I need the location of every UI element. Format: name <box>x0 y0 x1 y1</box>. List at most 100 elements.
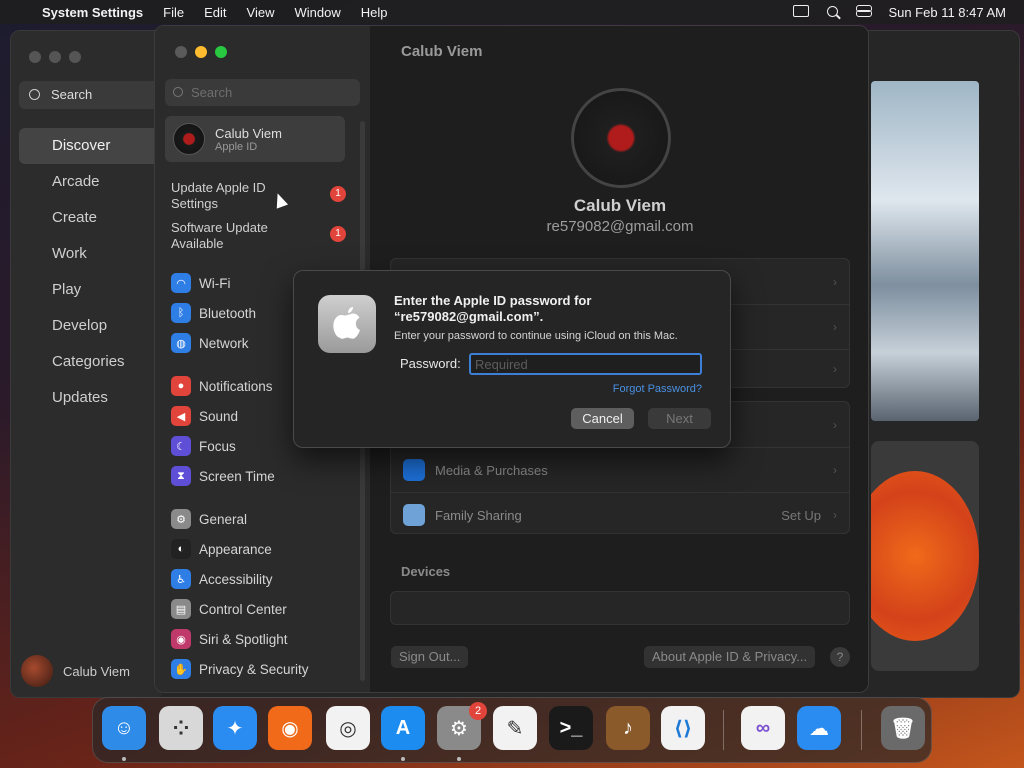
app-store-account[interactable]: Calub Viem <box>21 655 130 687</box>
nav-work[interactable]: Work <box>19 236 169 272</box>
menu-window[interactable]: Window <box>284 5 350 20</box>
spotlight-search-icon[interactable] <box>818 5 847 20</box>
sidebar-item-label: Privacy & Security <box>199 661 309 677</box>
settings-search-field[interactable]: Search <box>165 79 360 106</box>
sidebar-item-accessibility[interactable]: ♿ Accessibility <box>171 567 273 591</box>
menu-view[interactable]: View <box>237 5 285 20</box>
alert-label: Software Update Available <box>171 220 268 251</box>
firefox-icon[interactable]: ◉ <box>268 706 312 750</box>
apple-glyph <box>333 307 360 339</box>
sidebar-item-label: Screen Time <box>199 468 275 484</box>
zoom-button[interactable] <box>215 46 227 58</box>
sidebar-item-label: Appearance <box>199 541 272 557</box>
alert-software-update[interactable]: Software Update Available 1 <box>171 220 346 252</box>
app-store-sidebar: Search Discover Arcade Create Work Play … <box>11 31 169 697</box>
dock: ☺ ⁘ ✦ ◉ ◎ A ⚙ 2 ✎ >_ ♪ ⟨⟩ ∞ ☁ 🗑 <box>92 697 932 763</box>
guitar-icon[interactable]: ♪ <box>606 706 650 750</box>
devices-header: Devices <box>401 564 451 579</box>
close-button[interactable] <box>29 51 41 63</box>
sidebar-item-label: Notifications <box>199 378 273 394</box>
sidebar-item-label: Network <box>199 335 249 351</box>
sidebar-item-network[interactable]: ◍ Network <box>171 331 249 355</box>
minimize-button[interactable] <box>49 51 61 63</box>
media-purchases-row[interactable]: Media & Purchases › <box>391 447 849 492</box>
siri-icon: ◉ <box>171 629 191 649</box>
sidebar-item-siri-spotlight[interactable]: ◉ Siri & Spotlight <box>171 627 288 651</box>
trash-icon[interactable]: 🗑 <box>881 706 925 750</box>
running-indicator <box>457 757 461 761</box>
about-apple-id-privacy-button[interactable]: About Apple ID & Privacy... <box>644 646 816 668</box>
speaker-icon: ◀ <box>171 406 191 426</box>
notification-badge: 1 <box>330 226 346 242</box>
app-store-nav: Discover Arcade Create Work Play Develop… <box>19 128 169 416</box>
menu-edit[interactable]: Edit <box>194 5 236 20</box>
screen-mirroring-icon[interactable] <box>784 4 818 20</box>
menu-file[interactable]: File <box>153 5 194 20</box>
minimize-button[interactable] <box>195 46 207 58</box>
app-menu[interactable]: System Settings <box>36 5 153 20</box>
sidebar-item-label: Focus <box>199 438 236 454</box>
forgot-password-link[interactable]: Forgot Password? <box>613 383 702 395</box>
sidebar-item-control-center[interactable]: ▤ Control Center <box>171 597 287 621</box>
terminal-icon[interactable]: >_ <box>549 706 593 750</box>
family-sharing-row[interactable]: Family Sharing Set Up › <box>391 492 849 537</box>
menu-clock[interactable]: Sun Feb 11 8:47 AM <box>879 5 1024 20</box>
moon-icon: ☾ <box>171 436 191 456</box>
sidebar-item-wi-fi[interactable]: ◠ Wi-Fi <box>171 271 230 295</box>
nav-play[interactable]: Play <box>19 272 169 308</box>
profile-picture[interactable] <box>571 88 671 188</box>
menu-help[interactable]: Help <box>351 5 398 20</box>
visual-studio-icon[interactable]: ∞ <box>741 706 785 750</box>
launchpad-icon[interactable]: ⁘ <box>159 706 203 750</box>
app-store-search-field[interactable]: Search <box>19 81 169 109</box>
textedit-icon[interactable]: ✎ <box>493 706 537 750</box>
password-field[interactable] <box>469 353 702 375</box>
apple-id-account-item[interactable]: Calub Viem Apple ID <box>165 116 345 162</box>
dialog-message: Enter your password to continue using iC… <box>394 330 678 342</box>
sidebar-item-notifications[interactable]: ● Notifications <box>171 374 273 398</box>
devices-list <box>390 591 850 625</box>
nav-categories[interactable]: Categories <box>19 344 169 380</box>
featured-card-art[interactable] <box>871 441 979 671</box>
sign-out-button[interactable]: Sign Out... <box>391 646 469 668</box>
finder-icon[interactable]: ☺ <box>102 706 146 750</box>
cancel-button[interactable]: Cancel <box>571 408 634 429</box>
chevron-right-icon: › <box>833 361 837 376</box>
nav-updates[interactable]: Updates <box>19 380 169 416</box>
sidebar-item-sound[interactable]: ◀ Sound <box>171 404 238 428</box>
sidebar-item-bluetooth[interactable]: ᛒ Bluetooth <box>171 301 256 325</box>
avatar <box>21 655 53 687</box>
nav-develop[interactable]: Develop <box>19 308 169 344</box>
sidebar-item-label: Accessibility <box>199 571 273 587</box>
sidebar-item-appearance[interactable]: ◐ Appearance <box>171 537 272 561</box>
chrome-icon[interactable]: ◎ <box>326 706 370 750</box>
menu-bar: System Settings File Edit View Window He… <box>0 0 1024 24</box>
close-button[interactable] <box>175 46 187 58</box>
nav-create[interactable]: Create <box>19 200 169 236</box>
chevron-right-icon: › <box>833 417 837 432</box>
sidebar-item-general[interactable]: ⚙ General <box>171 507 247 531</box>
profile-name: Calub Viem <box>573 196 667 215</box>
chevron-right-icon: › <box>833 463 837 477</box>
help-button[interactable]: ? <box>830 647 850 667</box>
control-center-icon[interactable] <box>847 4 879 20</box>
next-button[interactable]: Next <box>648 408 711 429</box>
alert-update-apple-id[interactable]: Update Apple ID Settings 1 <box>171 180 346 212</box>
sidebar-item-privacy-security[interactable]: ✋ Privacy & Security <box>171 657 309 681</box>
settings-gear-icon[interactable]: ⚙ 2 <box>437 702 487 750</box>
app-store-icon[interactable]: A <box>381 706 425 750</box>
accessibility-icon: ♿ <box>171 569 191 589</box>
vscode-icon[interactable]: ⟨⟩ <box>661 706 705 750</box>
sidebar-item-focus[interactable]: ☾ Focus <box>171 434 236 458</box>
password-label: Password: <box>400 356 461 371</box>
dialog-title: Enter the Apple ID password for “re57908… <box>394 293 592 324</box>
featured-card-image[interactable] <box>871 81 979 421</box>
nav-arcade[interactable]: Arcade <box>19 164 169 200</box>
search-label: Search <box>51 87 93 102</box>
weather-icon[interactable]: ☁ <box>797 706 841 750</box>
zoom-button[interactable] <box>69 51 81 63</box>
sidebar-item-screen-time[interactable]: ⧗ Screen Time <box>171 464 275 488</box>
nav-discover[interactable]: Discover <box>19 128 169 164</box>
apple-id-password-dialog: Enter the Apple ID password for “re57908… <box>293 270 731 448</box>
safari-icon[interactable]: ✦ <box>213 706 257 750</box>
